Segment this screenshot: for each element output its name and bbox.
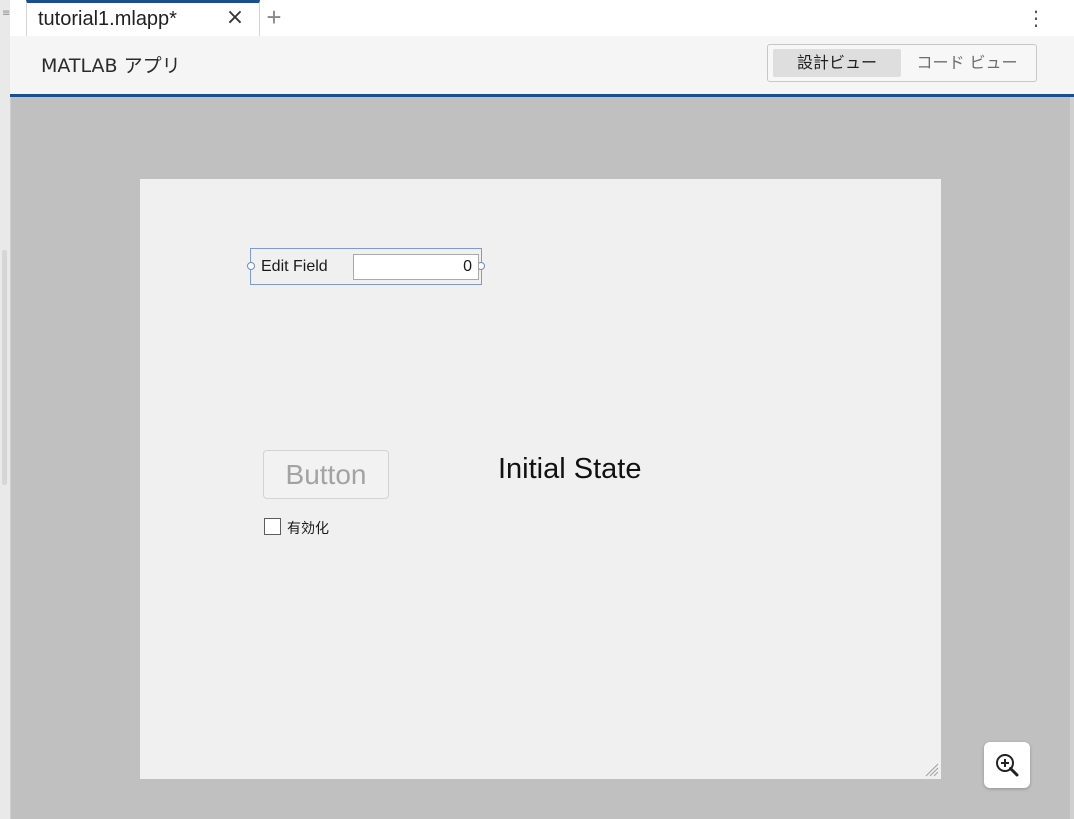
- enable-checkbox[interactable]: [264, 518, 281, 535]
- view-switcher: 設計ビュー コード ビュー: [767, 44, 1037, 82]
- code-view-button[interactable]: コード ビュー: [903, 49, 1031, 77]
- edit-field-component[interactable]: Edit Field: [247, 248, 485, 285]
- left-panel-strip: ≡: [0, 0, 11, 819]
- app-header: MATLAB アプリ 設計ビュー コード ビュー: [10, 36, 1074, 94]
- resize-grip-icon[interactable]: [923, 761, 939, 777]
- edit-field-label: Edit Field: [261, 258, 328, 275]
- document-tab-title: tutorial1.mlapp*: [38, 8, 177, 30]
- left-scrollbar[interactable]: [2, 250, 7, 485]
- enable-checkbox-label: 有効化: [287, 521, 329, 537]
- state-label[interactable]: Initial State: [498, 453, 641, 486]
- left-resize-handle[interactable]: [247, 262, 255, 270]
- right-scrollbar[interactable]: [1070, 97, 1074, 819]
- close-icon[interactable]: ×: [223, 6, 247, 30]
- design-view-button[interactable]: 設計ビュー: [773, 49, 901, 77]
- panel-grip-icon[interactable]: ≡: [2, 8, 10, 20]
- more-options-icon[interactable]: ⋮: [1026, 5, 1046, 31]
- add-tab-button[interactable]: +: [260, 3, 288, 31]
- button-component[interactable]: Button: [263, 450, 389, 499]
- zoom-button[interactable]: [984, 742, 1030, 788]
- design-canvas[interactable]: Edit Field Button 有効化 Initial State: [140, 179, 941, 779]
- edit-field-input[interactable]: [353, 254, 479, 280]
- document-tab-bar: tutorial1.mlapp* × + ⋮: [10, 0, 1074, 37]
- header-accent-line: [10, 94, 1074, 97]
- document-tab[interactable]: tutorial1.mlapp* ×: [26, 0, 260, 36]
- zoom-in-icon: [996, 754, 1019, 777]
- page-title: MATLAB アプリ: [41, 55, 181, 77]
